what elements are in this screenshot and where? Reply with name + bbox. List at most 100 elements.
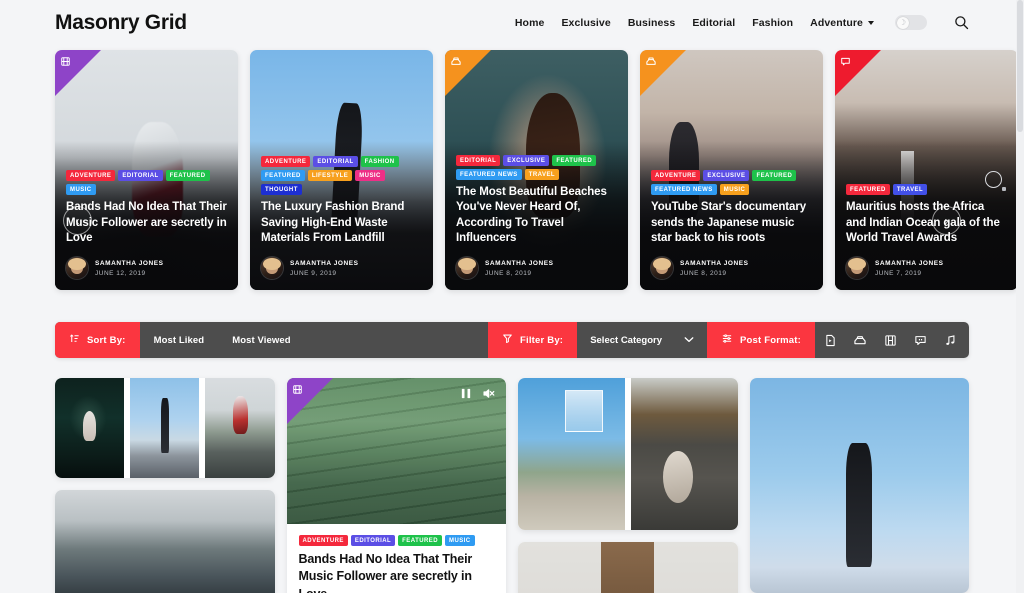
category-tag[interactable]: FASHION [360, 156, 399, 168]
category-tag[interactable]: FEATURED [846, 184, 890, 196]
masonry-grid: .mcol .mcard .ribbon::before{border-colo… [55, 378, 969, 593]
card-image[interactable] [55, 490, 275, 593]
sort-option-most-viewed[interactable]: Most Viewed [218, 322, 304, 358]
category-tag[interactable]: FEATURED [165, 170, 210, 182]
gallery-thumb[interactable] [518, 378, 625, 530]
gallery-icon[interactable] [845, 322, 875, 358]
category-tag[interactable]: TRAVEL [892, 184, 928, 196]
category-list: ADVENTURE EDITORIAL FASHION FEATURED LIF… [261, 156, 422, 196]
post-date: JUNE 12, 2019 [95, 270, 146, 278]
sort-option-most-liked[interactable]: Most Liked [140, 322, 219, 358]
carousel-slide[interactable]: .slide:nth-child(5) .ribbon::before{bord… [835, 50, 1018, 290]
slide-title[interactable]: YouTube Star's documentary sends the Jap… [651, 200, 812, 246]
nav-item-home[interactable]: Home [515, 17, 545, 29]
post-meta: SAMANTHA JONES JUNE 12, 2019 [66, 257, 227, 279]
video-post-card[interactable]: .mcol .mcard .ribbon::before{border-colo… [286, 378, 506, 593]
mute-icon[interactable] [483, 387, 495, 403]
category-tag[interactable]: LIFESTYLE [307, 170, 353, 182]
category-tag[interactable]: ADVENTURE [66, 170, 116, 182]
quote-icon[interactable] [905, 322, 935, 358]
author-name[interactable]: SAMANTHA JONES [95, 259, 164, 268]
category-tag[interactable]: EXCLUSIVE [503, 155, 550, 167]
category-select[interactable]: Select Category [577, 322, 707, 358]
carousel-slide[interactable]: .slide:nth-child(4) .ribbon::before{bord… [640, 50, 823, 290]
gallery-thumb[interactable] [130, 378, 200, 478]
chevron-down-icon [684, 335, 694, 346]
slide-title[interactable]: The Most Beautiful Beaches You've Never … [456, 185, 617, 246]
category-tag[interactable]: EDITORIAL [350, 535, 396, 546]
card-image[interactable] [749, 378, 969, 593]
carousel-slide[interactable]: .slide:nth-child(3) .ribbon::before{bord… [445, 50, 628, 290]
gallery-card[interactable] [518, 378, 738, 530]
category-tag[interactable]: MUSIC [66, 184, 96, 196]
sort-by-button[interactable]: Sort By: [55, 322, 140, 358]
author-name[interactable]: SAMANTHA JONES [680, 259, 749, 268]
nav-item-editorial[interactable]: Editorial [692, 17, 735, 29]
category-tag[interactable]: EDITORIAL [313, 156, 358, 168]
pause-icon[interactable] [461, 387, 471, 403]
author-name[interactable]: SAMANTHA JONES [485, 259, 554, 268]
post-meta: SAMANTHA JONES JUNE 8, 2019 [651, 257, 812, 279]
category-tag[interactable]: FEATURED [552, 155, 597, 167]
nav-item-business[interactable]: Business [628, 17, 676, 29]
page-scrollbar[interactable] [1016, 0, 1024, 593]
gallery-thumb[interactable] [205, 378, 275, 478]
card-title[interactable]: Bands Had No Idea That Their Music Follo… [299, 551, 495, 593]
nav-item-fashion[interactable]: Fashion [752, 17, 793, 29]
film-strip-icon[interactable] [875, 322, 905, 358]
music-note-icon[interactable] [935, 322, 965, 358]
dark-mode-toggle[interactable]: ☽ [895, 15, 927, 30]
gallery-card[interactable] [55, 378, 275, 478]
category-tag[interactable]: FEATURED NEWS [651, 184, 717, 196]
chevron-down-icon [868, 20, 874, 25]
photo-card[interactable] [749, 378, 969, 593]
gallery-thumb[interactable] [630, 378, 738, 530]
category-tag[interactable]: ADVENTURE [651, 170, 701, 182]
category-tag[interactable]: EXCLUSIVE [703, 170, 750, 182]
slide-content: ADVENTURE EDITORIAL FASHION FEATURED LIF… [250, 146, 433, 290]
post-format-button[interactable]: Post Format: [707, 322, 815, 358]
category-tag[interactable]: FEATURED [752, 170, 797, 182]
category-tag[interactable]: FEATURED [261, 170, 305, 182]
filter-by-button[interactable]: Filter By: [488, 322, 578, 358]
carousel-slide[interactable]: .slide:nth-child(1) .ribbon::before{bord… [55, 50, 238, 290]
photo-card[interactable] [518, 542, 738, 593]
category-tag[interactable]: FEATURED [398, 535, 442, 546]
carousel-prev-button[interactable]: ‹ [63, 206, 92, 235]
gallery-thumb[interactable] [55, 378, 125, 478]
masonry-column-1 [55, 378, 275, 593]
slide-title[interactable]: Mauritius hosts the Africa and Indian Oc… [846, 200, 1007, 246]
nav-item-adventure[interactable]: Adventure [810, 17, 874, 29]
scrollbar-thumb[interactable] [1017, 0, 1023, 132]
nav-item-exclusive[interactable]: Exclusive [561, 17, 610, 29]
post-date: JUNE 8, 2019 [485, 270, 532, 278]
video-file-icon[interactable] [815, 322, 845, 358]
slide-content: ADVENTURE EXCLUSIVE FEATURED FEATURED NE… [640, 160, 823, 290]
search-icon[interactable] [954, 15, 969, 30]
featured-carousel: .slide:nth-child(1) .ribbon::before{bord… [0, 50, 1024, 290]
author-name[interactable]: SAMANTHA JONES [875, 259, 944, 268]
category-tag[interactable]: FEATURED NEWS [456, 169, 522, 181]
category-tag[interactable]: ADVENTURE [298, 535, 348, 546]
category-tag[interactable]: THOUGHT [261, 184, 302, 196]
carousel-slide[interactable]: ADVENTURE EDITORIAL FASHION FEATURED LIF… [250, 50, 433, 290]
category-select-value: Select Category [590, 334, 662, 346]
photo-card[interactable] [55, 490, 275, 593]
card-image[interactable] [518, 542, 738, 593]
category-tag[interactable]: TRAVEL [524, 169, 560, 181]
category-tag[interactable]: MUSIC [355, 170, 385, 182]
category-tag[interactable]: MUSIC [719, 184, 750, 196]
category-tag[interactable]: ADVENTURE [261, 156, 311, 168]
page-root: Masonry Grid Home Exclusive Business Edi… [0, 0, 1024, 593]
category-tag[interactable]: MUSIC [445, 535, 475, 546]
site-logo[interactable]: Masonry Grid [55, 11, 187, 35]
slide-title[interactable]: The Luxury Fashion Brand Saving High-End… [261, 200, 422, 246]
category-tag[interactable]: EDITORIAL [118, 170, 163, 182]
gallery-row [55, 378, 275, 478]
author-name[interactable]: SAMANTHA JONES [290, 259, 359, 268]
carousel-next-button[interactable]: › [932, 206, 961, 235]
video-controls [461, 387, 495, 403]
category-tag[interactable]: EDITORIAL [456, 155, 501, 167]
cursor-dot [1002, 187, 1006, 191]
